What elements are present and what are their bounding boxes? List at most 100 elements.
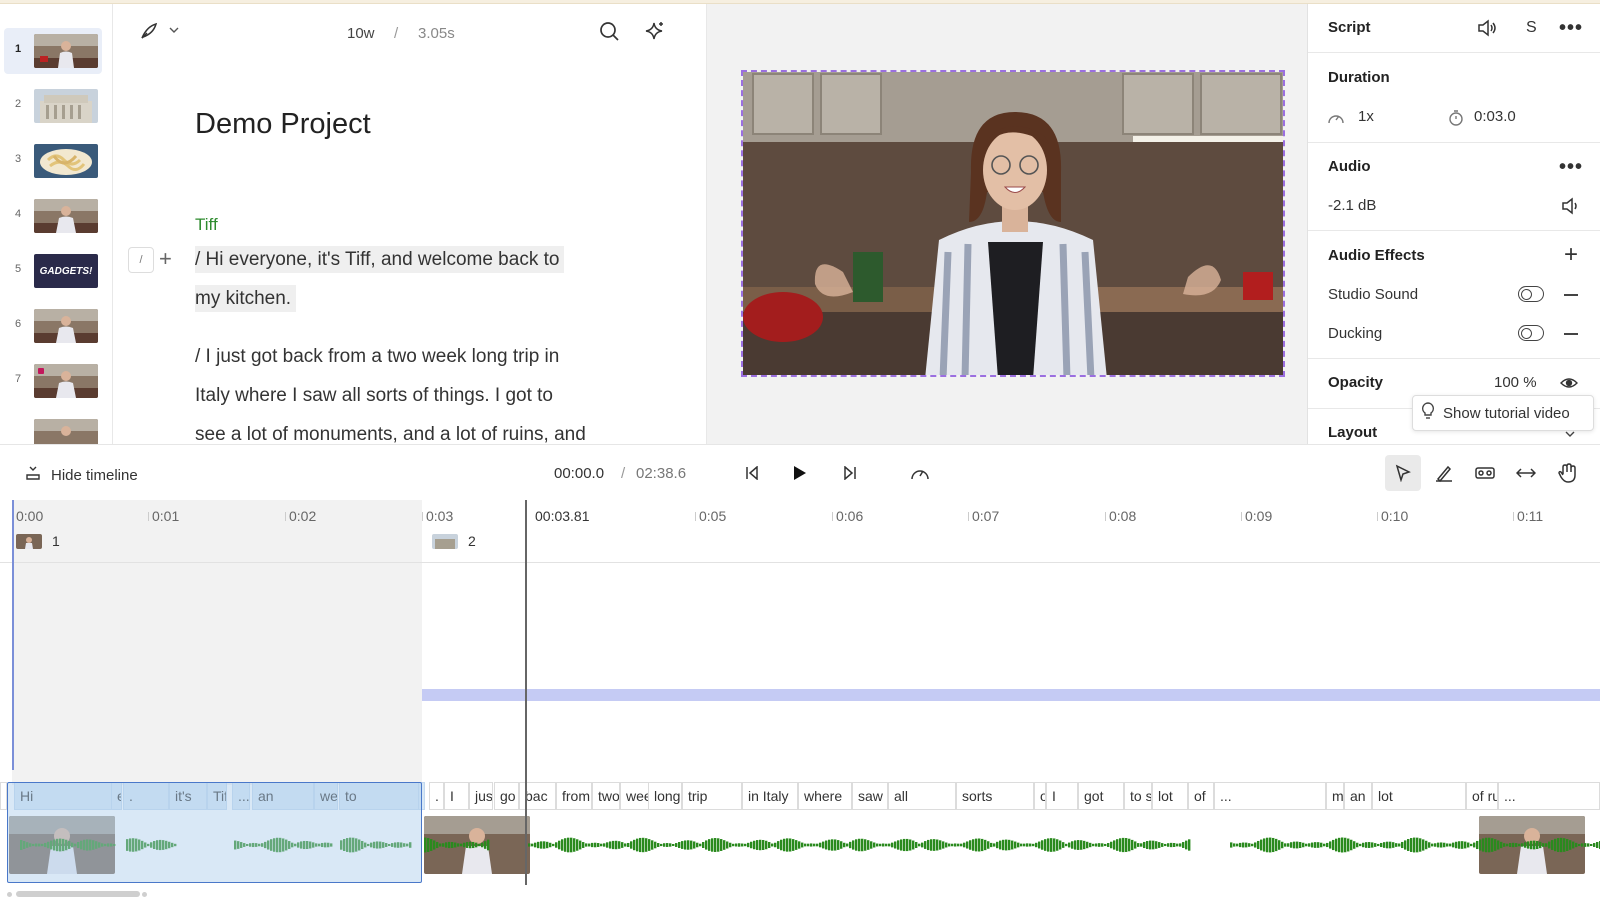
scene-chip-1[interactable]: 1 [16,533,60,549]
waveform-bar [1050,838,1053,852]
scene-item-6[interactable]: 6 [4,303,102,349]
paragraph-2[interactable]: / I just got back from a two week long t… [195,337,665,444]
waveform-bar [1437,842,1440,848]
scene-item-3[interactable]: 3 [4,138,102,184]
skip-forward-button[interactable] [832,455,868,491]
duration-value[interactable]: 0:03.0 [1474,108,1516,125]
waveform-bar [1458,841,1461,849]
playhead[interactable] [525,500,527,885]
waveform-bar [693,841,696,849]
tutorial-tooltip[interactable]: Show tutorial video [1412,395,1594,431]
scene-chip-2[interactable]: 2 [432,533,476,549]
transcript-word[interactable]: to see [1124,782,1152,810]
transcript-word[interactable]: of [1188,782,1214,810]
waveform-bar [867,840,870,850]
transcript-word[interactable]: all [888,782,956,810]
speaker-initial[interactable]: S [1526,19,1537,37]
media-track-bar[interactable] [422,689,1600,701]
waveform-bar [1140,843,1143,847]
transcript-word[interactable]: ... [1214,782,1326,810]
script-panel-title[interactable]: Script [1328,19,1371,36]
playback-speed-button[interactable] [902,455,938,491]
play-button[interactable] [782,455,818,491]
waveform-bar [484,841,487,849]
transcript-word[interactable]: wee [620,782,650,810]
remove-studio-sound-icon[interactable] [1564,294,1578,296]
pen-icon[interactable] [138,20,160,42]
waveform-bar [936,839,939,851]
script-editor[interactable]: 10w / 3.05s Demo Project Tiff / + / Hi e… [113,4,707,444]
transcript-word[interactable]: long [648,782,682,810]
volume-icon[interactable] [1560,196,1582,216]
studio-sound-toggle[interactable] [1518,286,1544,302]
transcript-word[interactable]: of ruins, [1466,782,1498,810]
transcript-word[interactable]: ... [1498,782,1600,810]
more-options-icon[interactable]: ••• [1559,17,1582,39]
hide-timeline-button[interactable]: Hide timeline [25,465,138,485]
select-tool[interactable] [1385,455,1421,491]
timeline[interactable]: 0:00 0:01 0:02 0:03 0:05 0:06 0:07 0:08 … [0,500,1600,901]
skip-back-button[interactable] [734,455,770,491]
speaker-volume-icon[interactable] [1476,18,1498,38]
transcript-word[interactable]: saw [852,782,888,810]
scene-item-5[interactable]: 5 GADGETS! [4,248,102,294]
transcript-word[interactable]: and [0,782,7,810]
waveform-bar [1026,843,1029,847]
stretch-tool[interactable] [1508,455,1544,491]
transcript-word[interactable]: monuments, [1326,782,1344,810]
waveform-bar [1572,841,1575,849]
scene-item-8[interactable] [4,413,102,444]
waveform-bar [1500,841,1503,849]
ruler-tick: 0:01 [147,508,180,524]
transcript-word[interactable]: in Italy [742,782,798,810]
waveform-bar [1185,840,1188,850]
audio-more-icon[interactable]: ••• [1559,156,1582,178]
audio-volume-value[interactable]: -2.1 dB [1328,197,1376,214]
ducking-toggle[interactable] [1518,325,1544,341]
draw-tool[interactable] [1426,455,1462,491]
transcript-word[interactable]: lot [1372,782,1466,810]
selected-clip-frame[interactable] [7,782,422,883]
horizontal-scrollbar[interactable] [16,891,140,897]
transcript-word[interactable]: where [798,782,852,810]
transcript-word[interactable]: of things. [1034,782,1046,810]
transcript-word[interactable]: lot [1152,782,1188,810]
transcript-word[interactable]: an [1344,782,1372,810]
transcript-word[interactable]: got [1078,782,1124,810]
opacity-value[interactable]: 100 % [1494,374,1537,391]
speed-value[interactable]: 1x [1358,108,1374,125]
transcript-word[interactable]: sorts [956,782,1034,810]
transcript-word[interactable]: jus [469,782,493,810]
chevron-down-icon[interactable] [168,24,180,36]
waveform-bar [1263,838,1266,852]
scene-item-1[interactable]: 1 [4,28,102,74]
audio-heading: Audio [1328,158,1371,175]
scene-item-2[interactable]: 2 [4,83,102,129]
transcript-word[interactable]: I [1046,782,1078,810]
waveform-bar [1035,842,1038,848]
transcript-word[interactable]: from [556,782,592,810]
slash-command-button[interactable]: / [128,247,154,273]
transcript-word[interactable]: I [444,782,469,810]
remove-ducking-icon[interactable] [1564,333,1578,335]
waveform-bar [831,839,834,851]
transcript-word[interactable]: go [494,782,519,810]
project-title[interactable]: Demo Project [195,108,371,141]
split-tool[interactable] [1467,455,1503,491]
add-effect-icon[interactable]: + [1560,241,1582,268]
video-frame[interactable] [741,70,1285,377]
transcript-word[interactable]: two [592,782,620,810]
transcript-word[interactable]: trip [682,782,742,810]
eye-icon[interactable] [1558,374,1580,392]
add-block-button[interactable]: + [159,246,172,272]
paragraph-1[interactable]: / Hi everyone, it's Tiff, and welcome ba… [195,240,665,318]
scene-item-7[interactable]: 7 [4,358,102,404]
scene-thumbnail [34,419,98,444]
transcript-word[interactable]: . [429,782,444,810]
scene-item-4[interactable]: 4 [4,193,102,239]
sparkle-icon[interactable] [642,18,668,44]
speaker-label[interactable]: Tiff [195,215,218,235]
pan-tool[interactable] [1549,455,1585,491]
search-icon[interactable] [597,19,621,43]
waveform-bar [1419,838,1422,852]
